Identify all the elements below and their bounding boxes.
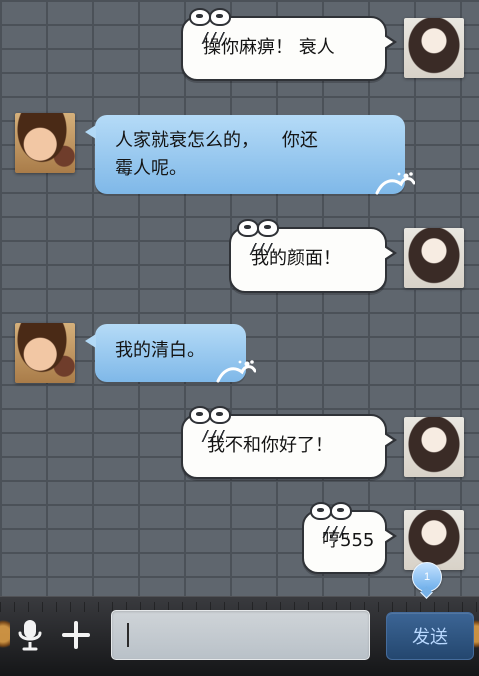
avatar[interactable] — [404, 510, 464, 570]
message-text: 我的清白。 — [115, 340, 205, 361]
avatar[interactable] — [15, 323, 75, 383]
avatar[interactable] — [404, 18, 464, 78]
unread-badge[interactable]: 1 — [412, 562, 442, 592]
message-text: 人家就衰怎么的， 你还 霉人呢。 — [115, 130, 318, 179]
bubble-eyes-icon — [189, 8, 233, 32]
avatar[interactable] — [404, 228, 464, 288]
message-text: 操你麻痹！ 衰人 — [203, 37, 335, 58]
message-bubble-received[interactable]: 人家就衰怎么的， 你还 霉人呢。 — [85, 115, 415, 195]
bubble-eyes-icon — [310, 502, 354, 526]
add-attachment-button[interactable] — [59, 616, 93, 654]
message-text: 我不和你好了！ — [207, 435, 333, 456]
bubble-eyes-icon — [189, 406, 233, 430]
avatar[interactable] — [15, 113, 75, 173]
avatar[interactable] — [404, 417, 464, 477]
microphone-icon — [18, 620, 42, 651]
left-light-icon — [0, 606, 10, 662]
bubble-eyes-icon — [237, 219, 281, 243]
message-input[interactable] — [111, 610, 370, 660]
message-bubble-sent[interactable]: 我的颜面！ — [229, 219, 397, 293]
text-cursor — [127, 623, 129, 647]
plus-icon — [62, 621, 90, 649]
message-text: 哼555 — [322, 530, 375, 551]
input-toolbar: 发送 — [0, 596, 479, 676]
message-bubble-sent[interactable]: 哼555 — [302, 502, 397, 574]
message-bubble-received[interactable]: 我的清白。 — [85, 324, 256, 383]
message-text: 我的颜面！ — [251, 248, 341, 269]
voice-button[interactable] — [13, 616, 47, 654]
message-bubble-sent[interactable]: 我不和你好了！ — [181, 406, 397, 479]
send-button[interactable]: 发送 — [386, 612, 474, 660]
message-bubble-sent[interactable]: 操你麻痹！ 衰人 — [181, 8, 397, 81]
